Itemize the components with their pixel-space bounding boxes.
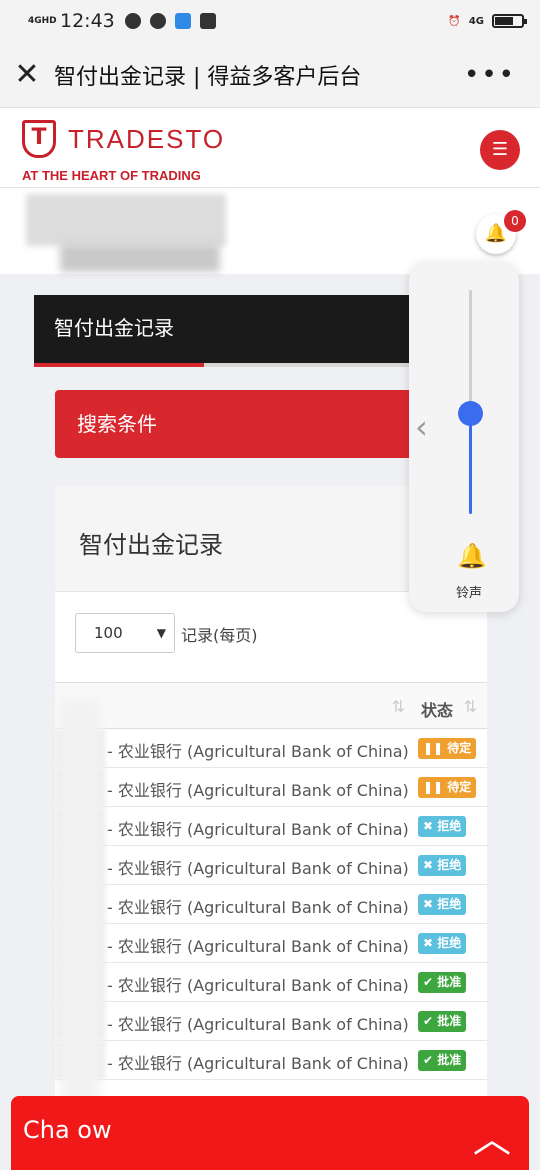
chevron-left-icon[interactable]: ‹ — [415, 408, 428, 446]
status-bar: 4GHD 12:43 ⏰ 4G — [0, 0, 540, 42]
bank-name-cell: - 农业银行 (Agricultural Bank of China) — [107, 1015, 409, 1034]
per-page-select[interactable]: 100 ▼ — [75, 613, 175, 653]
browser-title-bar: ✕ 智付出金记录 | 得益多客户后台 ••• — [0, 42, 540, 108]
redacted-block — [26, 194, 226, 246]
status-badge: ✔ 批准 — [418, 1011, 467, 1032]
bank-name-cell: - 农业银行 (Agricultural Bank of China) — [107, 898, 409, 917]
table-row: - 农业银行 (Agricultural Bank of China) ✖ 拒绝 — [55, 924, 487, 963]
chat-label: Cha ow — [23, 1116, 112, 1144]
check-icon: ✔ — [423, 1053, 438, 1067]
status-text: 拒绝 — [437, 819, 462, 833]
table-header: ⇅ 状态 ⇅ — [55, 683, 487, 729]
status-badge: ✔ 批准 — [418, 972, 467, 993]
chevron-up-icon[interactable]: ︿ — [473, 1108, 511, 1163]
per-page-label: 记录(每页) — [181, 626, 258, 645]
redacted-block — [60, 244, 220, 272]
table-row: - 农业银行 (Agricultural Bank of China) ❚❚ 待定 — [55, 768, 487, 807]
bank-name-cell: - 农业银行 (Agricultural Bank of China) — [107, 742, 409, 761]
volume-slider-fill — [469, 413, 472, 514]
bank-name-cell: - 农业银行 (Agricultural Bank of China) — [107, 859, 409, 878]
table-row: - 农业银行 (Agricultural Bank of China) ✖ 拒绝 — [55, 885, 487, 924]
status-badge: ✖ 拒绝 — [418, 933, 467, 954]
ringtone-label: 铃声 — [456, 586, 483, 601]
bank-name-cell: - 农业银行 (Agricultural Bank of China) — [107, 1054, 409, 1073]
sort-icon[interactable]: ⇅ — [392, 697, 405, 716]
logo-text: TRADESTO — [68, 124, 226, 154]
status-badge: ✖ 拒绝 — [418, 816, 467, 837]
page-title: 智付出金记录 | 得益多客户后台 — [54, 64, 362, 90]
status-text: 批准 — [437, 1053, 462, 1067]
alarm-icon: ⏰ — [448, 15, 461, 27]
status-badge: ❚❚ 待定 — [418, 738, 477, 759]
cross-icon: ✖ — [423, 858, 438, 872]
status-text: 批准 — [437, 1014, 462, 1028]
pause-icon: ❚❚ — [423, 741, 448, 755]
sort-icon[interactable]: ⇅ — [464, 697, 477, 716]
status-text: 待定 — [447, 780, 472, 794]
cross-icon: ✖ — [423, 897, 438, 911]
hamburger-menu-button[interactable]: ☰ — [480, 130, 520, 170]
status-text: 待定 — [447, 741, 472, 755]
table-row: - 农业银行 (Agricultural Bank of China) ✔ 批准 — [55, 963, 487, 1002]
logo-shield-icon: T — [22, 120, 56, 158]
notification-count-badge: 0 — [504, 210, 526, 232]
check-icon: ✔ — [423, 975, 438, 989]
app-notification-icon — [124, 13, 141, 29]
status-text: 拒绝 — [437, 858, 462, 872]
bank-name-cell: - 农业银行 (Agricultural Bank of China) — [107, 820, 409, 839]
bank-name-cell: - 农业银行 (Agricultural Bank of China) — [107, 937, 409, 956]
status-text: 拒绝 — [437, 897, 462, 911]
records-table: ⇅ 状态 ⇅ - 农业银行 (Agricultural Bank of Chin… — [55, 682, 487, 1080]
table-row: - 农业银行 (Agricultural Bank of China) ❚❚ 待定 — [55, 729, 487, 768]
status-badge: ✖ 拒绝 — [418, 855, 467, 876]
status-column-header[interactable]: 状态 — [421, 697, 453, 721]
clock: 12:43 — [60, 10, 115, 32]
bank-name-cell: - 农业银行 (Agricultural Bank of China) — [107, 976, 409, 995]
volume-overlay: ‹ 🔔 铃声 — [409, 262, 519, 612]
close-icon[interactable]: ✕ — [0, 57, 54, 92]
bank-name-cell: - 农业银行 (Agricultural Bank of China) — [107, 781, 409, 800]
more-options-icon[interactable]: ••• — [464, 60, 516, 90]
pause-icon: ❚❚ — [423, 780, 448, 794]
per-page-value: 100 — [94, 624, 123, 642]
redacted-column — [60, 700, 100, 1120]
site-header: T TRADESTO AT THE HEART OF TRADING ☰ — [0, 108, 540, 188]
app-notification-icon — [174, 13, 191, 29]
status-text: 批准 — [437, 975, 462, 989]
table-row: - 农业银行 (Agricultural Bank of China) ✖ 拒绝 — [55, 807, 487, 846]
status-badge: ✔ 批准 — [418, 1050, 467, 1071]
chat-now-bar[interactable]: Cha ow ︿ — [11, 1096, 529, 1170]
status-text: 拒绝 — [437, 936, 462, 950]
status-right: ⏰ 4G — [448, 14, 527, 28]
message-icon — [199, 13, 216, 29]
table-row: - 农业银行 (Agricultural Bank of China) ✖ 拒绝 — [55, 846, 487, 885]
dropdown-arrow-icon: ▼ — [156, 626, 166, 640]
table-row: - 农业银行 (Agricultural Bank of China) ✔ 批准 — [55, 1002, 487, 1041]
app-notification-icon — [149, 13, 166, 29]
tagline: AT THE HEART OF TRADING — [22, 168, 201, 183]
cross-icon: ✖ — [423, 819, 438, 833]
check-icon: ✔ — [423, 1014, 438, 1028]
ringtone-bell-icon[interactable]: 🔔 — [457, 542, 487, 570]
cross-icon: ✖ — [423, 936, 438, 950]
volume-slider-thumb[interactable] — [458, 401, 483, 427]
table-row: - 农业银行 (Agricultural Bank of China) ✔ 批准 — [55, 1041, 487, 1080]
network-type: 4G — [468, 15, 484, 27]
status-badge: ❚❚ 待定 — [418, 777, 477, 798]
status-badge: ✖ 拒绝 — [418, 894, 467, 915]
network-indicator: 4GHD — [28, 15, 57, 26]
battery-icon — [492, 14, 527, 28]
